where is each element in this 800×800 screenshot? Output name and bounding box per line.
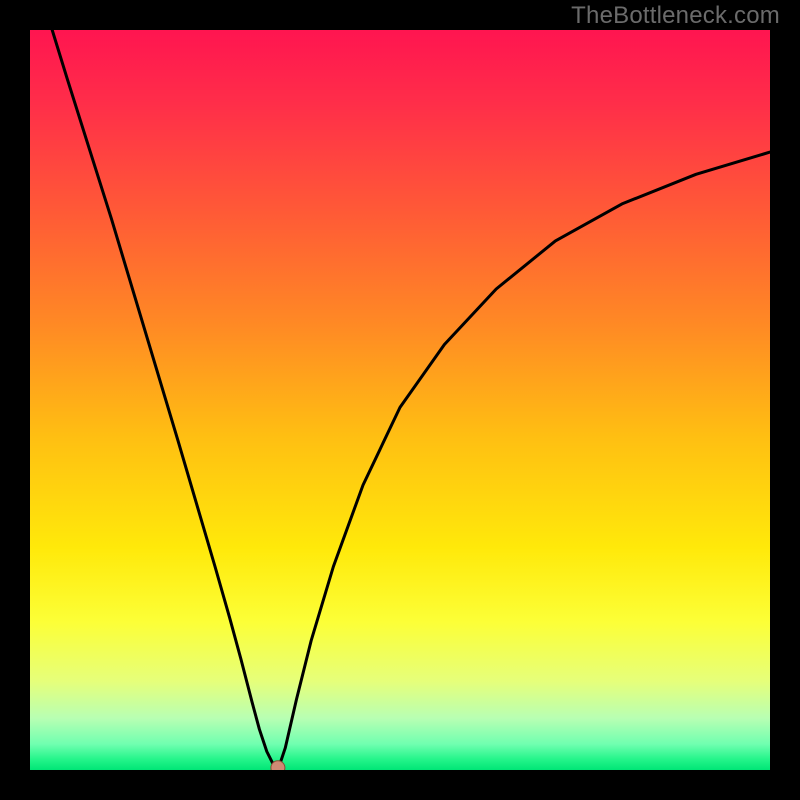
watermark-text: TheBottleneck.com [571,2,780,30]
chart-container: TheBottleneck.com [0,0,800,800]
plot-area [30,30,770,770]
gradient-background [30,30,770,770]
chart-svg [30,30,770,770]
optimal-point-marker [271,761,285,770]
